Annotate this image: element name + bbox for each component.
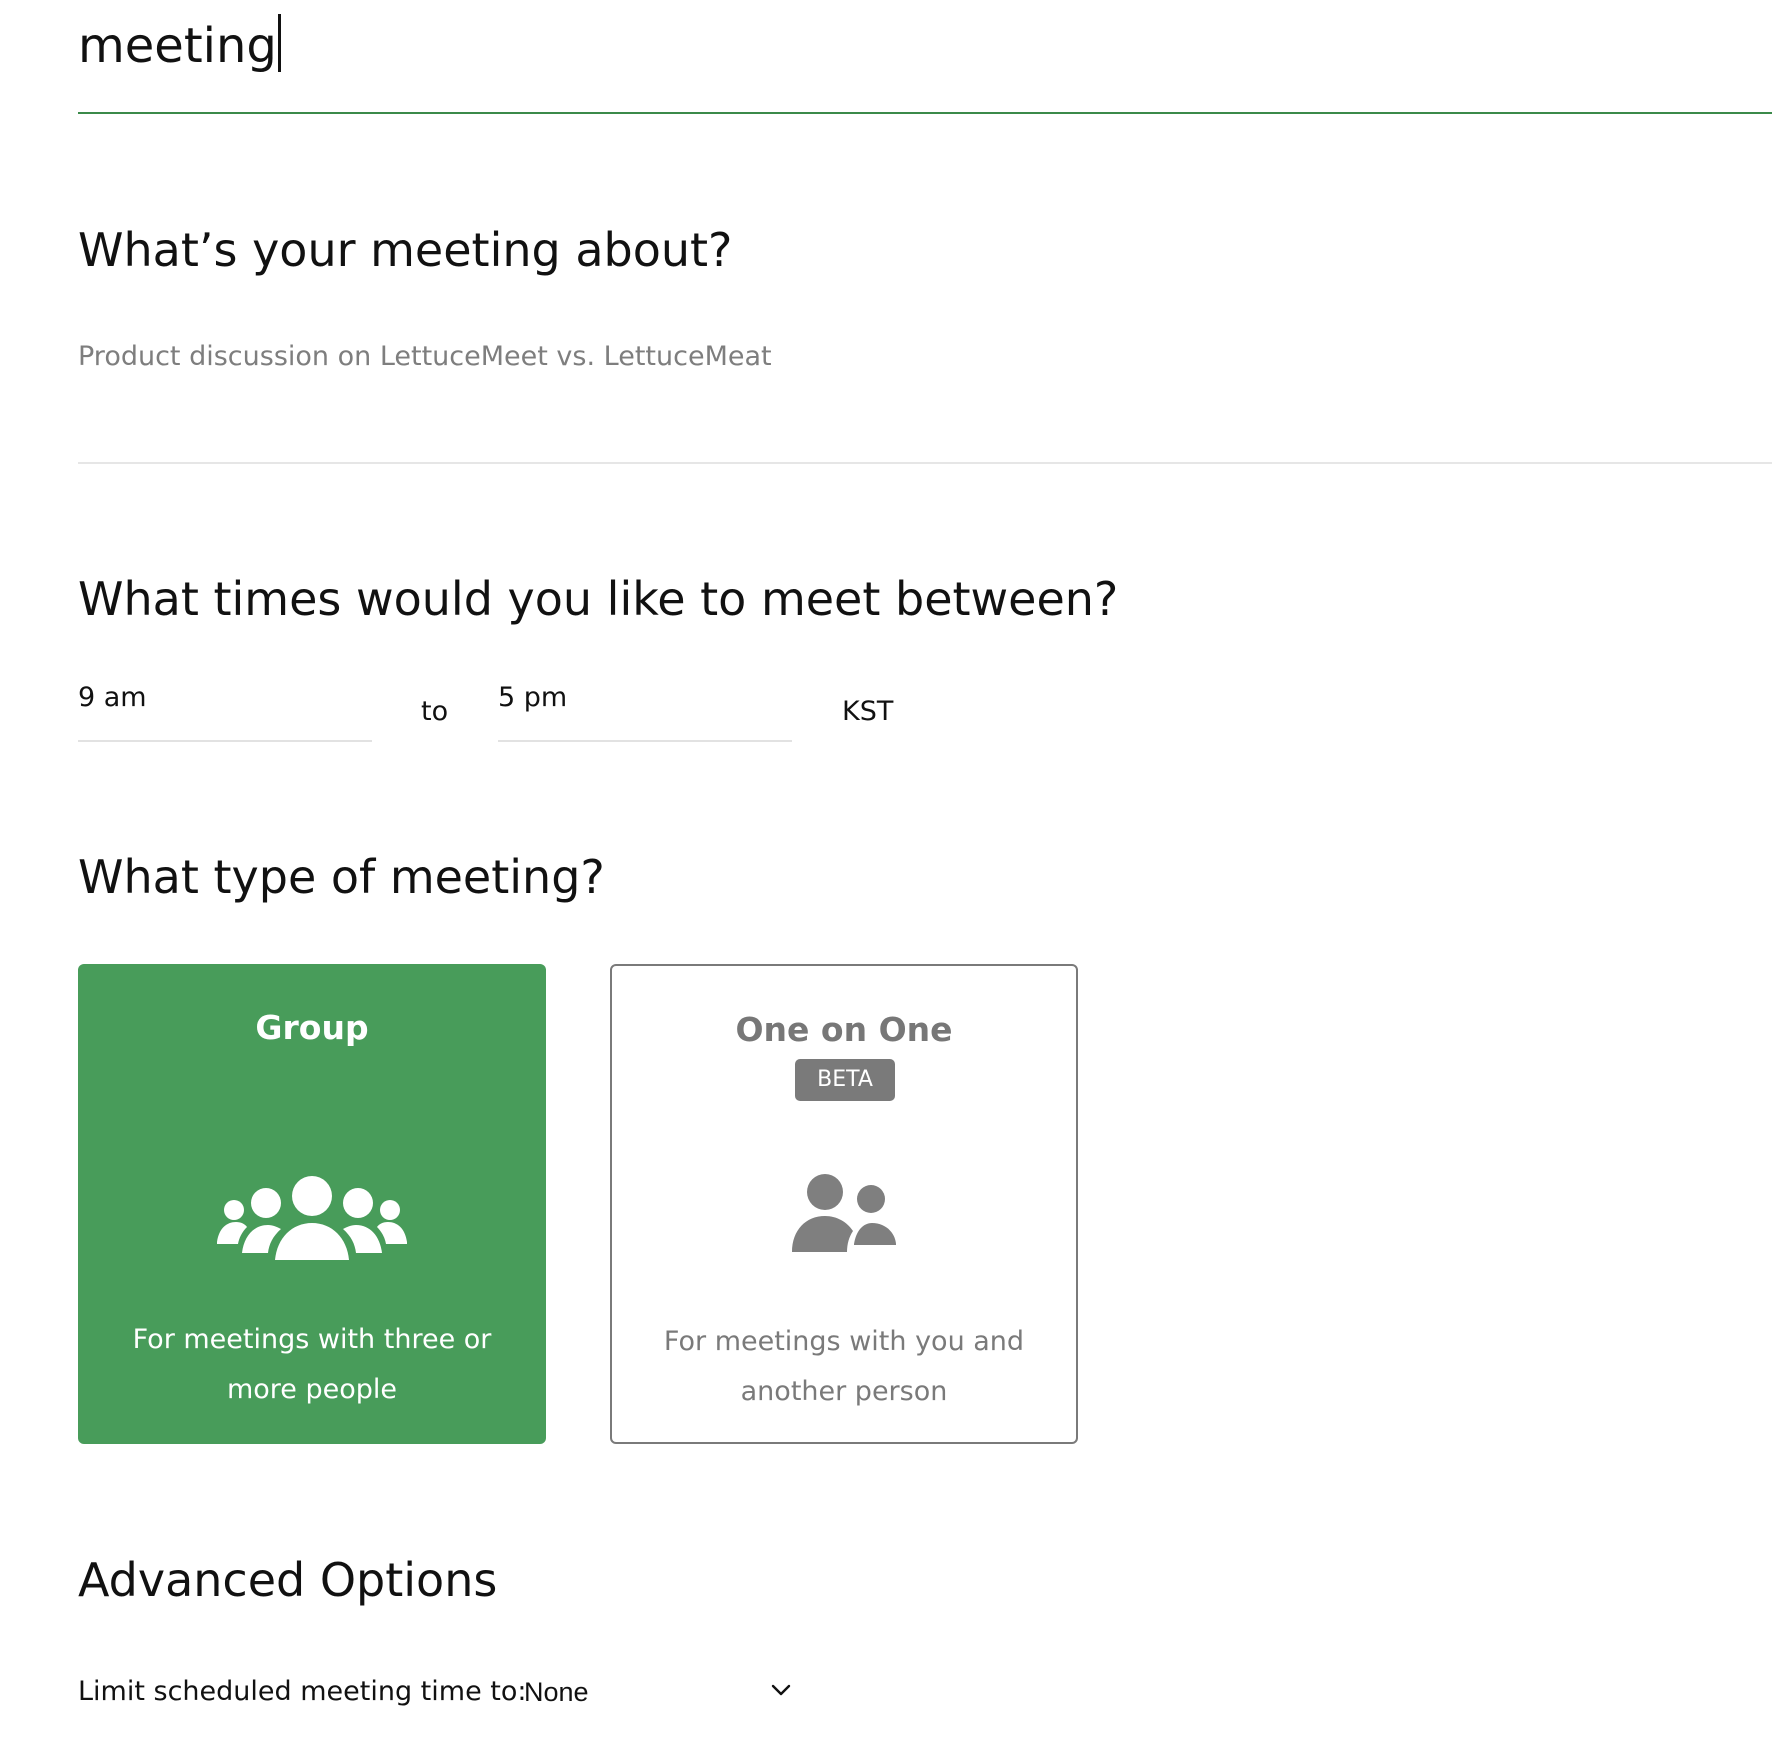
beta-badge: BETA <box>795 1059 895 1101</box>
limit-time-value: None <box>524 1677 589 1707</box>
one-on-one-card-title: One on One <box>735 1010 953 1049</box>
meeting-type-one-on-one-card[interactable]: One on One BETA For meetings with you an… <box>610 964 1078 1444</box>
meeting-type-heading: What type of meeting? <box>78 850 605 904</box>
time-separator: to <box>421 696 449 727</box>
meeting-title-field[interactable]: meeting <box>78 0 1772 114</box>
start-time-value: 9 am <box>78 682 147 713</box>
end-time-value: 5 pm <box>498 682 568 713</box>
one-on-one-card-description: For meetings with you and another person <box>663 1326 1025 1407</box>
start-time-field[interactable]: 9 am <box>78 676 372 742</box>
limit-time-select[interactable]: None <box>524 1664 792 1720</box>
timezone-label: KST <box>842 696 894 727</box>
description-placeholder: Product discussion on LettuceMeet vs. Le… <box>78 341 772 372</box>
meeting-title-input[interactable]: meeting <box>78 8 281 84</box>
meeting-title-value: meeting <box>78 18 277 74</box>
text-caret <box>277 14 281 72</box>
limit-time-label: Limit scheduled meeting time to: <box>78 1676 527 1707</box>
create-meeting-page: meeting What’s your meeting about? Produ… <box>0 0 1772 1760</box>
group-card-description: For meetings with three or more people <box>132 1324 492 1405</box>
description-field[interactable]: Product discussion on LettuceMeet vs. Le… <box>78 330 1772 464</box>
chevron-down-icon <box>770 1682 792 1696</box>
times-heading: What times would you like to meet betwee… <box>78 572 1119 626</box>
meeting-type-group-card[interactable]: Group For meetings with three or more pe… <box>78 964 546 1444</box>
description-heading: What’s your meeting about? <box>78 223 733 277</box>
advanced-options-heading: Advanced Options <box>78 1553 498 1607</box>
two-people-icon <box>612 1174 1076 1256</box>
group-card-title: Group <box>255 1008 369 1047</box>
end-time-field[interactable]: 5 pm <box>498 676 792 742</box>
group-people-icon <box>78 1176 546 1264</box>
